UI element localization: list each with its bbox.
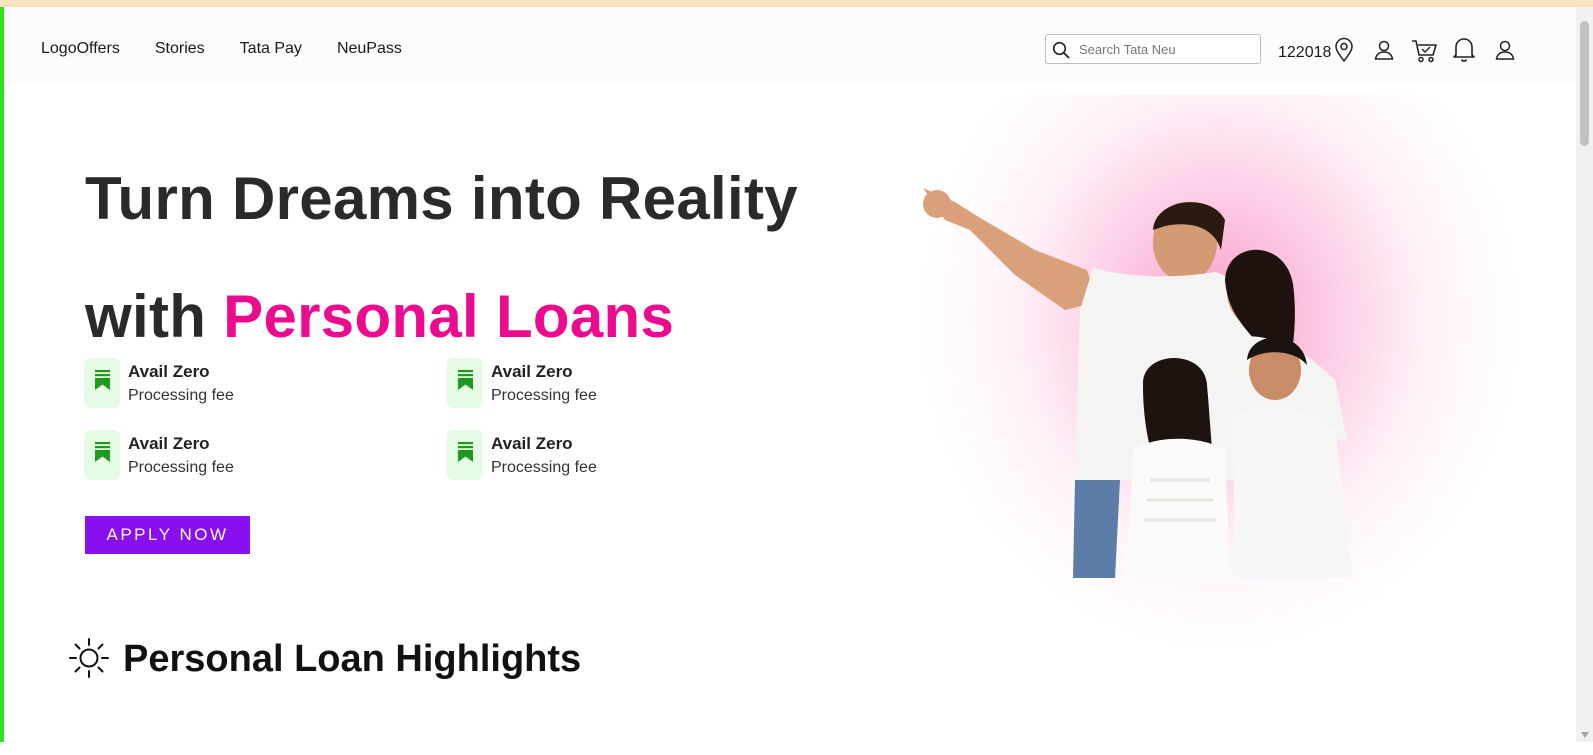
window-left-edge [0,7,4,742]
feature-item: Avail Zero Processing fee [447,430,747,480]
ribbon-icon [458,442,473,462]
feature-subtitle: Processing fee [128,459,234,476]
bell-icon[interactable] [1452,35,1476,63]
feature-title: Avail Zero [491,362,573,381]
pincode-label[interactable]: 122018 [1278,44,1331,62]
feature-title: Avail Zero [128,362,210,381]
nav-link-tata-pay[interactable]: Tata Pay [240,40,302,58]
feature-item: Avail Zero Processing fee [84,358,384,408]
hero-title-line1: Turn Dreams into Reality [85,165,798,232]
user-icon[interactable] [1372,38,1396,62]
feature-title: Avail Zero [128,434,210,453]
feature-badge [447,430,483,480]
nav-link-neupass[interactable]: NeuPass [337,40,402,58]
sun-icon [69,638,109,678]
ribbon-icon [95,442,110,462]
apply-now-button[interactable]: APPLY NOW [85,516,250,554]
search-icon [1052,41,1070,59]
feature-subtitle: Processing fee [128,387,234,404]
search-input[interactable] [1079,40,1254,58]
feature-subtitle: Processing fee [491,387,597,404]
search-box[interactable] [1045,34,1261,64]
feature-title: Avail Zero [491,434,573,453]
feature-badge [447,358,483,408]
feature-badge [84,358,120,408]
location-pin-icon[interactable] [1333,37,1355,63]
highlights-title: Personal Loan Highlights [123,638,582,680]
feature-item: Avail Zero Processing fee [447,358,747,408]
ribbon-icon [458,370,473,390]
page-scrollbar[interactable] [1576,7,1593,742]
hero-title-accent: Personal Loans [223,283,675,350]
scroll-down-arrow-icon[interactable] [1581,732,1589,738]
top-navbar: LogoOffers Stories Tata Pay NeuPass 1220… [4,7,1576,84]
family-photo-illustration [923,188,1353,578]
scrollbar-thumb[interactable] [1580,21,1589,146]
nav-link-stories[interactable]: Stories [155,40,205,58]
hero-title: Turn Dreams into Reality with Personal L… [85,140,798,376]
cart-icon[interactable] [1410,37,1438,64]
feature-badge [84,430,120,480]
feature-subtitle: Processing fee [491,459,597,476]
ribbon-icon [95,370,110,390]
nav-link-offers[interactable]: LogoOffers [41,40,120,58]
feature-item: Avail Zero Processing fee [84,430,384,480]
hero-title-prefix: with [85,283,224,350]
profile-icon[interactable] [1493,38,1517,62]
browser-top-strip [0,0,1593,7]
nav-links: LogoOffers Stories Tata Pay NeuPass [41,40,402,58]
